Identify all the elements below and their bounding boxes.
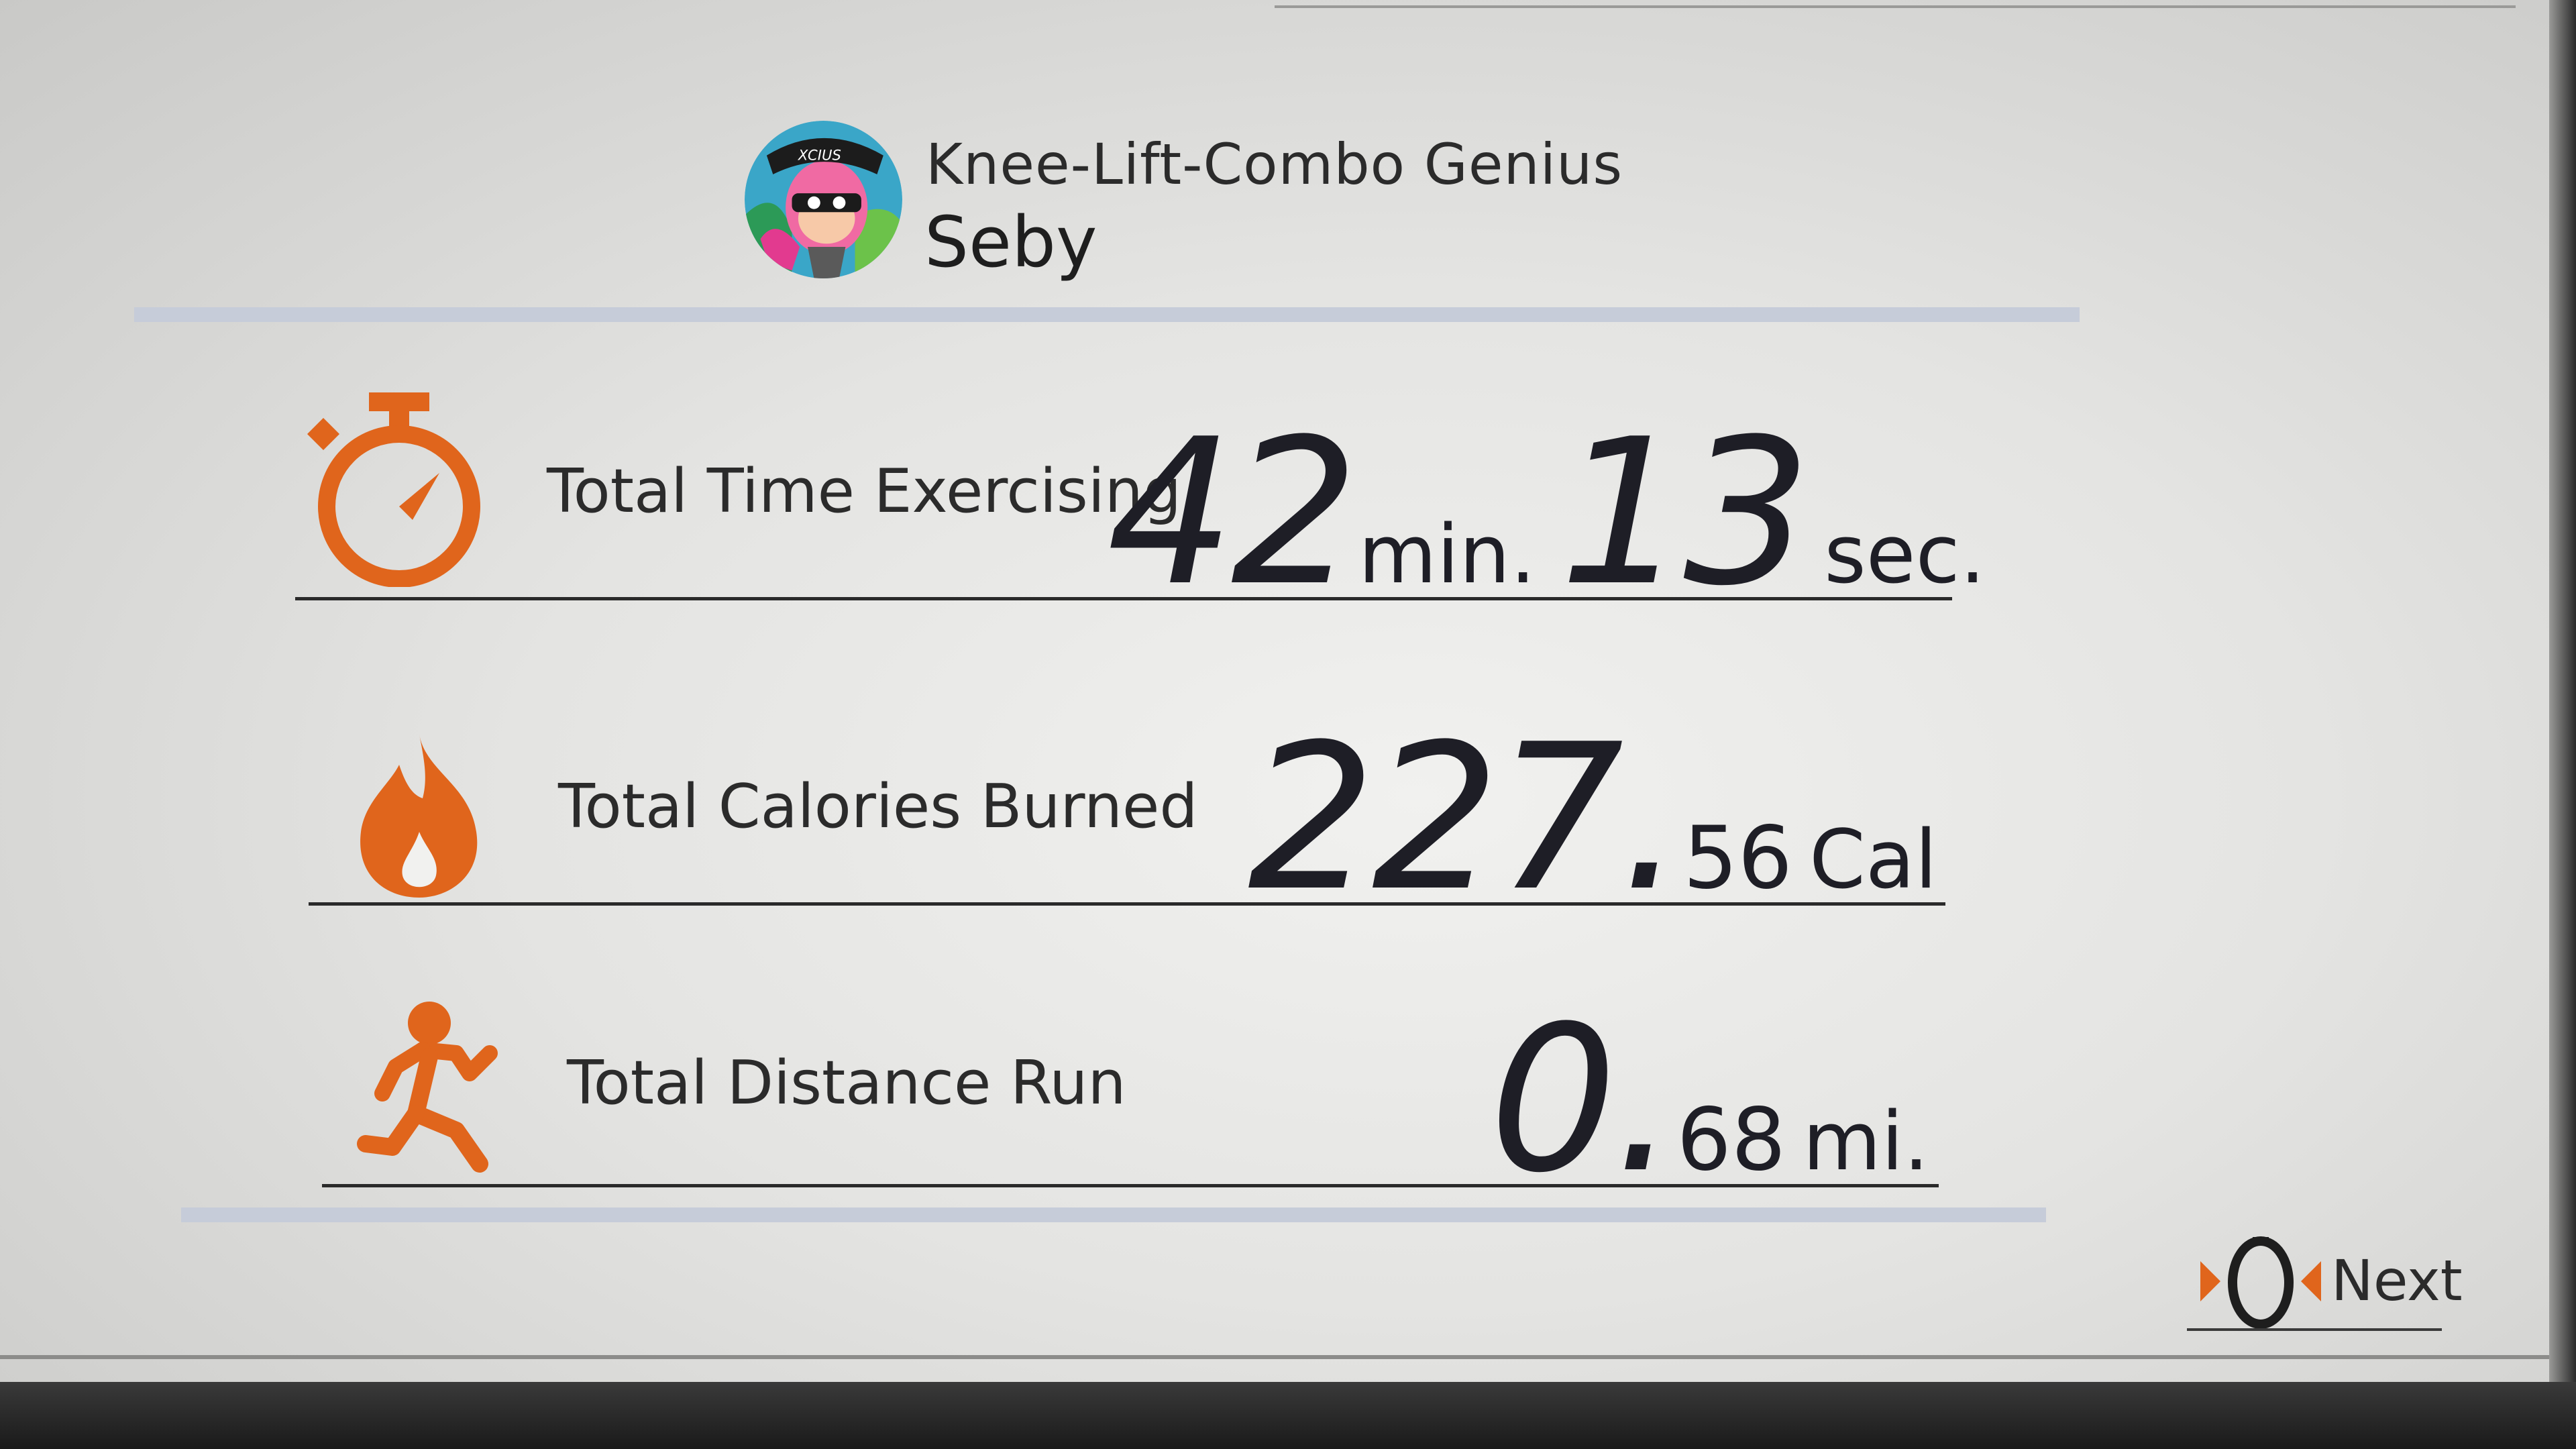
ring-con-squeeze-icon <box>2200 1236 2321 1329</box>
runner-icon <box>356 1000 503 1174</box>
header-divider <box>134 307 2080 322</box>
avatar: XCIUS <box>745 121 902 278</box>
row-divider-calories <box>309 902 1945 906</box>
avatar-badge-text: XCIUS <box>798 147 841 164</box>
tv-bezel-right <box>2549 0 2576 1449</box>
calories-fraction: 56 <box>1683 808 1792 908</box>
next-underline <box>2187 1328 2442 1331</box>
flame-icon <box>349 731 490 899</box>
screen-bottom-line <box>0 1355 2549 1359</box>
stat-value-time: 42 min. 13 sec. <box>1107 396 1986 630</box>
distance-unit: mi. <box>1803 1095 1929 1189</box>
profile-title: Knee-Lift-Combo Genius <box>926 131 1623 197</box>
top-border-line <box>1275 5 2516 8</box>
row-divider-time <box>295 597 1952 600</box>
stat-label-time: Total Time Exercising <box>547 456 1181 527</box>
time-seconds-unit: sec. <box>1824 508 1986 602</box>
calories-unit: Cal <box>1809 814 1937 907</box>
next-label[interactable]: Next <box>2331 1248 2463 1313</box>
stat-label-distance: Total Distance Run <box>567 1048 1126 1118</box>
results-screen: XCIUS Knee-Lift-Combo Genius Seby Total … <box>0 0 2576 1449</box>
calories-integer: 227. <box>1248 701 1684 935</box>
distance-fraction: 68 <box>1676 1090 1786 1190</box>
stat-value-calories: 227. 56 Cal <box>1248 701 1937 935</box>
stat-value-distance: 0. 68 mi. <box>1489 983 1929 1217</box>
footer-divider <box>181 1208 2046 1222</box>
stopwatch-icon <box>305 386 493 588</box>
time-minutes-unit: min. <box>1358 508 1536 602</box>
distance-integer: 0. <box>1489 983 1677 1217</box>
stat-label-calories: Total Calories Burned <box>558 771 1198 842</box>
time-minutes: 42 <box>1107 396 1359 630</box>
tv-bezel-bottom <box>0 1382 2576 1449</box>
row-divider-distance <box>322 1184 1939 1187</box>
profile-name: Seby <box>924 201 1097 283</box>
time-seconds: 13 <box>1559 396 1811 630</box>
